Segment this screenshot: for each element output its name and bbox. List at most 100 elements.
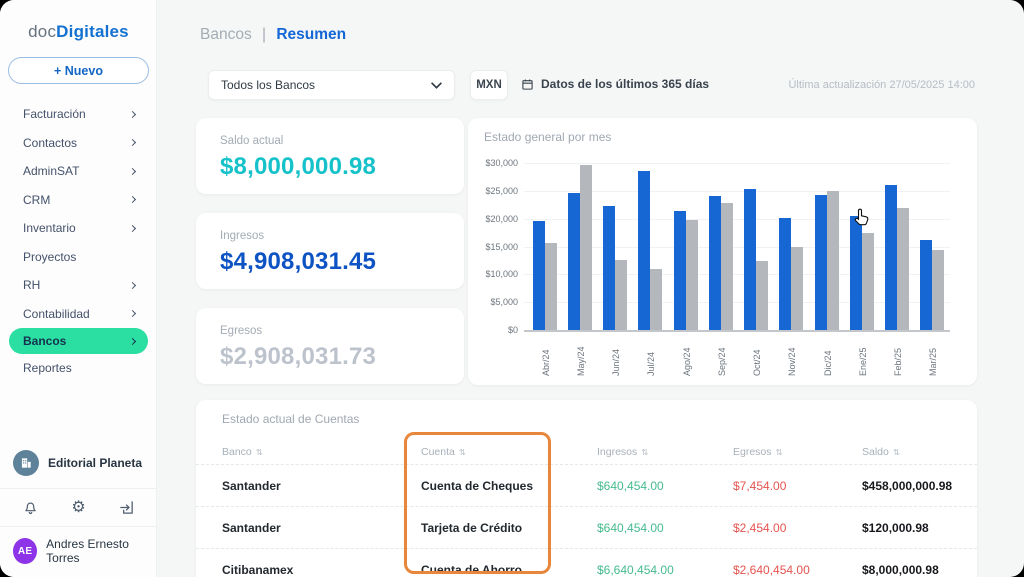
bar-ingresos-jun-24[interactable] [603,205,616,330]
sidebar-item-label: Facturación [23,107,86,122]
sidebar-action-icons: ⚙ [0,489,157,526]
sort-icon: ⇅ [458,446,466,457]
column-label: Saldo [862,446,889,458]
y-axis-tick: $30,000 [485,158,518,168]
bar-egresos-jul-24[interactable] [650,268,663,330]
sidebar-item-label: CRM [23,192,51,207]
sidebar-item-label: RH [23,278,41,293]
bar-ingresos-ago-24[interactable] [673,211,686,330]
sidebar-item-facturaci-n[interactable]: Facturación [0,100,157,129]
sort-icon: ⇅ [775,446,783,457]
sidebar-item-adminsat[interactable]: AdminSAT [0,157,157,186]
column-header-ingresos[interactable]: Ingresos ⇅ [597,446,733,458]
saldo-actual-card: Saldo actual $8,000,000.98 [196,118,464,194]
sidebar-item-contabilidad[interactable]: Contabilidad [0,300,157,329]
sidebar: docDigitales + Nuevo Facturación Contacto… [0,0,157,577]
bar-ingresos-jul-24[interactable] [638,170,651,330]
card-label: Ingresos [220,230,265,242]
sidebar-item-label: Contabilidad [23,306,90,321]
column-header-saldo[interactable]: Saldo ⇅ [862,446,977,458]
calendar-icon [522,79,533,90]
sidebar-item-proyectos[interactable]: Proyectos [0,243,157,272]
x-axis-tick: Ago/24 [681,347,692,376]
sidebar-item-inventario[interactable]: Inventario [0,214,157,243]
bar-egresos-ago-24[interactable] [685,219,698,330]
cell-cuenta: Cuenta de Cheques [421,478,534,493]
bar-ingresos-may-24[interactable] [567,192,580,330]
bar-ingresos-oct-24[interactable] [744,189,757,330]
sidebar-item-bancos[interactable]: Bancos [9,328,148,354]
chart-title: Estado general por mes [484,130,612,144]
accounts-table-card: Estado actual de Cuentas Banco ⇅ Cuenta ⇅ In… [196,400,977,577]
bar-egresos-may-24[interactable] [579,165,592,330]
sort-icon: ⇅ [255,446,263,457]
table-row[interactable]: Santander Cuenta de Cheques $640,454.00 $7,… [196,464,977,506]
bar-egresos-sep-24[interactable] [720,202,733,330]
x-axis-tick: Feb/25 [893,347,904,376]
chevron-down-icon [431,81,442,89]
bar-ingresos-mar-25[interactable] [920,239,933,330]
settings-gear-icon[interactable]: ⚙ [71,499,85,516]
sidebar-item-contactos[interactable]: Contactos [0,129,157,158]
currency-button[interactable]: MXN [470,70,508,100]
bar-egresos-abr-24[interactable] [544,243,557,330]
chevron-right-icon [128,139,137,147]
bar-egresos-feb-25[interactable] [897,208,910,330]
column-header-banco[interactable]: Banco ⇅ [222,446,421,458]
bar-ingresos-dic-24[interactable] [814,195,827,330]
bar-ingresos-nov-24[interactable] [779,218,792,330]
gridline [524,330,950,332]
notifications-bell-icon[interactable] [22,499,39,516]
cell-cuenta: Tarjeta de Crédito [421,520,523,535]
bank-select[interactable]: Todos los Bancos [208,70,455,100]
cell-egresos: $7,454.00 [733,478,787,493]
bar-egresos-dic-24[interactable] [826,190,839,330]
chevron-right-icon [128,224,137,232]
x-axis-tick: Dic/24 [822,350,833,376]
organization-switcher[interactable]: Editorial Planeta [0,440,157,488]
organization-icon [13,450,39,476]
sidebar-item-rh[interactable]: RH [0,271,157,300]
table-row[interactable]: Santander Tarjeta de Crédito $640,454.00 $2… [196,506,977,548]
bar-ingresos-ene-25[interactable] [849,216,862,330]
date-range-label: Datos de los últimos 365 días [541,77,710,91]
bar-egresos-mar-25[interactable] [932,249,945,330]
bar-egresos-ene-25[interactable] [861,233,874,330]
sidebar-bottom: Editorial Planeta ⚙ AE Andres Ernesto To… [0,440,157,577]
bar-ingresos-abr-24[interactable] [532,221,545,330]
sidebar-item-label: Reportes [23,361,72,376]
logo-suffix: Digitales [56,22,129,41]
table-title: Estado actual de Cuentas [222,412,360,426]
gridline [524,163,950,164]
date-range-filter[interactable]: Datos de los últimos 365 días [521,77,709,91]
user-profile[interactable]: AE Andres Ernesto Torres [0,527,157,577]
column-label: Egresos [733,446,772,458]
table-row[interactable]: Citibanamex Cuenta de Ahorro $6,640,454.00… [196,548,977,577]
sidebar-item-reportes[interactable]: Reportes [0,354,157,383]
column-header-cuenta[interactable]: Cuenta ⇅ [421,446,597,458]
bar-egresos-oct-24[interactable] [756,260,769,330]
table-header-row: Banco ⇅ Cuenta ⇅ Ingresos ⇅ Egresos ⇅ Saldo ⇅ [196,440,977,464]
new-button[interactable]: + Nuevo [8,57,149,84]
organization-name: Editorial Planeta [48,456,143,470]
logout-icon[interactable] [118,499,135,516]
bar-ingresos-sep-24[interactable] [708,195,721,330]
cell-ingresos: $640,454.00 [597,520,664,535]
sidebar-item-label: Bancos [23,334,67,348]
bar-egresos-jun-24[interactable] [615,260,628,330]
column-header-egresos[interactable]: Egresos ⇅ [733,446,862,458]
x-axis-tick: Abr/24 [540,349,551,376]
sidebar-item-label: Proyectos [23,249,77,264]
sidebar-item-label: AdminSAT [23,164,80,179]
cell-egresos: $2,640,454.00 [733,562,810,577]
x-axis-tick: Mar/25 [928,347,939,376]
x-axis-tick: Oct/24 [752,349,763,376]
cell-cuenta: Cuenta de Ahorro [421,562,522,577]
bar-egresos-nov-24[interactable] [791,247,804,330]
bar-ingresos-feb-25[interactable] [885,184,898,330]
card-value: $4,908,031.45 [220,248,377,275]
chevron-right-icon [128,337,137,345]
chevron-right-icon [128,310,137,318]
sidebar-item-crm[interactable]: CRM [0,186,157,215]
breadcrumb-parent[interactable]: Bancos [200,26,252,43]
